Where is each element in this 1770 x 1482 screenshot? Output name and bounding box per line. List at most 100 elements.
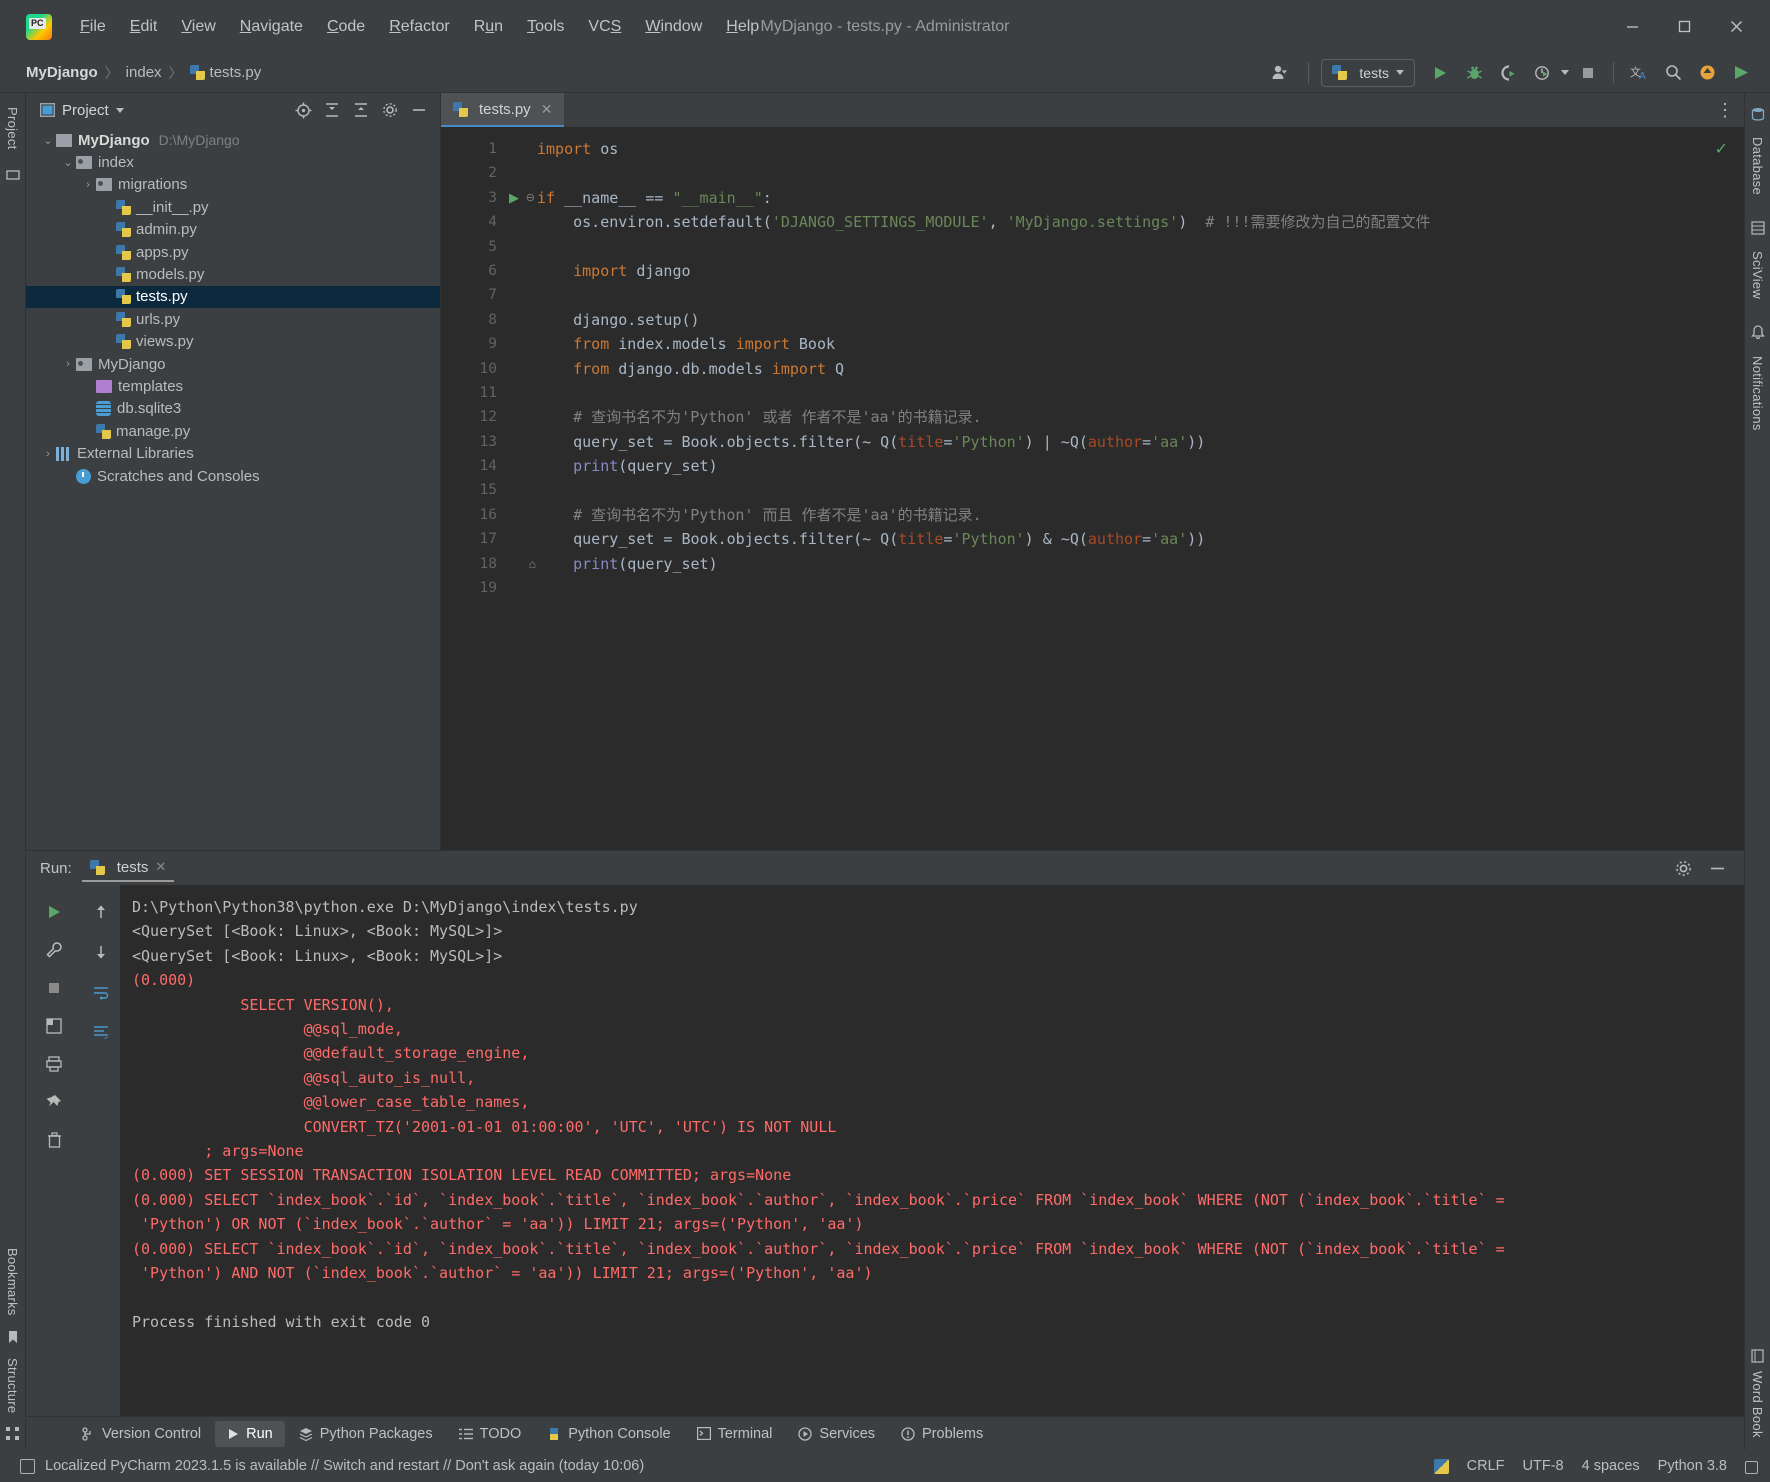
tree-item-external-libraries[interactable]: › External Libraries [26, 442, 440, 464]
rail-item-structure[interactable]: Structure [5, 1358, 20, 1413]
tool-tab-todo[interactable]: TODO [447, 1421, 534, 1447]
breadcrumb-project[interactable]: MyDjango [26, 64, 98, 81]
up-arrow-icon[interactable] [84, 895, 118, 929]
rail-item-database[interactable]: Database [1750, 137, 1765, 195]
rerun-icon[interactable] [37, 895, 71, 929]
print-icon[interactable] [37, 1047, 71, 1081]
gutter-mark-row[interactable] [503, 405, 537, 429]
tree-item-views-py[interactable]: views.py [26, 331, 440, 353]
commit-icon[interactable] [5, 168, 20, 182]
gutter-mark-row[interactable]: ▶ ⊖ [503, 186, 537, 210]
settings-gear-icon[interactable] [1670, 855, 1696, 881]
hide-run-panel-icon[interactable] [1704, 855, 1730, 881]
menu-file[interactable]: File [68, 14, 118, 40]
tree-item--init-py[interactable]: __init__.py [26, 196, 440, 218]
breadcrumb-file[interactable]: tests.py [189, 64, 261, 81]
tree-item-templates[interactable]: templates [26, 375, 440, 397]
down-arrow-icon[interactable] [84, 935, 118, 969]
gutter-mark-row[interactable] [503, 503, 537, 527]
menu-run[interactable]: Run [462, 14, 515, 40]
tree-item-index[interactable]: ⌄ index [26, 151, 440, 173]
search-icon[interactable] [1658, 58, 1688, 88]
run-icon[interactable] [1425, 58, 1455, 88]
project-tree[interactable]: ⌄ MyDjango D:\MyDjango ⌄ index › migrations __i… [26, 127, 440, 850]
tab-tests-py[interactable]: tests.py ✕ [441, 93, 565, 127]
run-line-icon[interactable]: ▶ [509, 186, 519, 210]
run-options-chevron-icon[interactable] [1561, 70, 1569, 75]
gutter-mark-row[interactable] [503, 357, 537, 381]
rail-item-word-book[interactable]: Word Book [1750, 1371, 1765, 1438]
menu-refactor[interactable]: Refactor [377, 14, 461, 40]
menu-code[interactable]: Code [315, 14, 377, 40]
project-panel-chevron-icon[interactable] [115, 107, 124, 113]
scroll-to-end-icon[interactable] [84, 1015, 118, 1049]
wrench-icon[interactable] [37, 933, 71, 967]
gutter-mark-row[interactable] [503, 527, 537, 551]
fold-collapse-icon[interactable]: ⊖ [526, 186, 535, 210]
breadcrumb-folder[interactable]: index [126, 64, 162, 81]
pin-icon[interactable] [37, 1085, 71, 1119]
menu-navigate[interactable]: Navigate [228, 14, 315, 40]
encoding-status[interactable]: UTF-8 [1523, 1458, 1564, 1474]
tool-tab-terminal[interactable]: Terminal [685, 1421, 785, 1447]
minimize-button[interactable] [1606, 7, 1658, 47]
tool-tab-python-console[interactable]: Python Console [535, 1421, 682, 1447]
locate-file-icon[interactable] [290, 97, 316, 123]
tool-tab-problems[interactable]: Problems [889, 1421, 995, 1447]
gutter-mark-row[interactable] [503, 283, 537, 307]
interpreter-status[interactable]: Python 3.8 [1658, 1458, 1727, 1474]
tool-tab-python-packages[interactable]: Python Packages [287, 1421, 445, 1447]
tree-item-admin-py[interactable]: admin.py [26, 219, 440, 241]
menu-help[interactable]: Help [714, 14, 771, 40]
tree-expand-chevron-icon[interactable]: ⌄ [40, 134, 56, 147]
tree-item-db-sqlite3[interactable]: db.sqlite3 [26, 398, 440, 420]
tool-tab-services[interactable]: Services [786, 1421, 887, 1447]
tree-expand-chevron-icon[interactable]: › [80, 179, 96, 191]
run-configuration-selector[interactable]: tests [1321, 58, 1415, 87]
tree-expand-chevron-icon[interactable]: › [40, 448, 56, 460]
tree-item-urls-py[interactable]: urls.py [26, 308, 440, 330]
console-output[interactable]: D:\Python\Python38\python.exe D:\MyDjang… [120, 885, 1744, 1416]
code-editor[interactable]: 1 2 3 4 5 6 7 8 9 10 11 12 13 14 15 16 17 18 19 ▶ ⊖ ⌂ import… [441, 127, 1744, 850]
menu-window[interactable]: Window [633, 14, 714, 40]
tree-item-mydjango[interactable]: › MyDjango [26, 353, 440, 375]
gutter-mark-row[interactable] [503, 454, 537, 478]
close-button[interactable] [1710, 7, 1762, 47]
tree-item-migrations[interactable]: › migrations [26, 174, 440, 196]
stop-icon[interactable] [1573, 58, 1603, 88]
gutter-mark-row[interactable] [503, 576, 537, 600]
menu-vcs[interactable]: VCS [576, 14, 633, 40]
tree-item-mydjango[interactable]: ⌄ MyDjango D:\MyDjango [26, 129, 440, 151]
stop-process-icon[interactable] [37, 971, 71, 1005]
rail-item-project[interactable]: Project [5, 107, 20, 150]
rail-item-notifications[interactable]: Notifications [1750, 356, 1765, 431]
run-tab-tests[interactable]: tests ✕ [81, 855, 175, 882]
gutter-marks[interactable]: ▶ ⊖ ⌂ [503, 127, 537, 850]
event-log-icon[interactable] [20, 1458, 35, 1474]
indent-status[interactable]: 4 spaces [1582, 1458, 1640, 1474]
gutter-mark-row[interactable] [503, 235, 537, 259]
lock-icon[interactable] [1745, 1461, 1758, 1474]
gear-icon[interactable] [377, 97, 403, 123]
tree-item-manage-py[interactable]: manage.py [26, 420, 440, 442]
status-message[interactable]: Localized PyCharm 2023.1.5 is available … [45, 1458, 644, 1474]
gutter-mark-row[interactable] [503, 308, 537, 332]
profile-icon[interactable] [1527, 58, 1557, 88]
editor-tabs-options-icon[interactable]: ⋮ [1716, 93, 1744, 127]
rail-item-bookmarks[interactable]: Bookmarks [5, 1248, 20, 1316]
expand-all-icon[interactable] [319, 97, 345, 123]
gutter-mark-row[interactable] [503, 430, 537, 454]
coverage-icon[interactable] [1493, 58, 1523, 88]
line-separator-status[interactable]: CRLF [1467, 1458, 1505, 1474]
tree-expand-chevron-icon[interactable]: › [60, 358, 76, 370]
layout-icon[interactable] [37, 1009, 71, 1043]
gutter-mark-row[interactable] [503, 332, 537, 356]
tree-item-tests-py[interactable]: tests.py [26, 285, 440, 309]
translate-icon[interactable]: 文 A [1624, 58, 1654, 88]
tool-tab-version-control[interactable]: Version Control [70, 1421, 213, 1447]
gutter-mark-row[interactable] [503, 161, 537, 185]
run-tab-close-icon[interactable]: ✕ [155, 859, 166, 875]
collapse-all-icon[interactable] [348, 97, 374, 123]
inspection-status-icon[interactable]: ✓ [1715, 139, 1728, 159]
gutter-mark-row[interactable] [503, 210, 537, 234]
